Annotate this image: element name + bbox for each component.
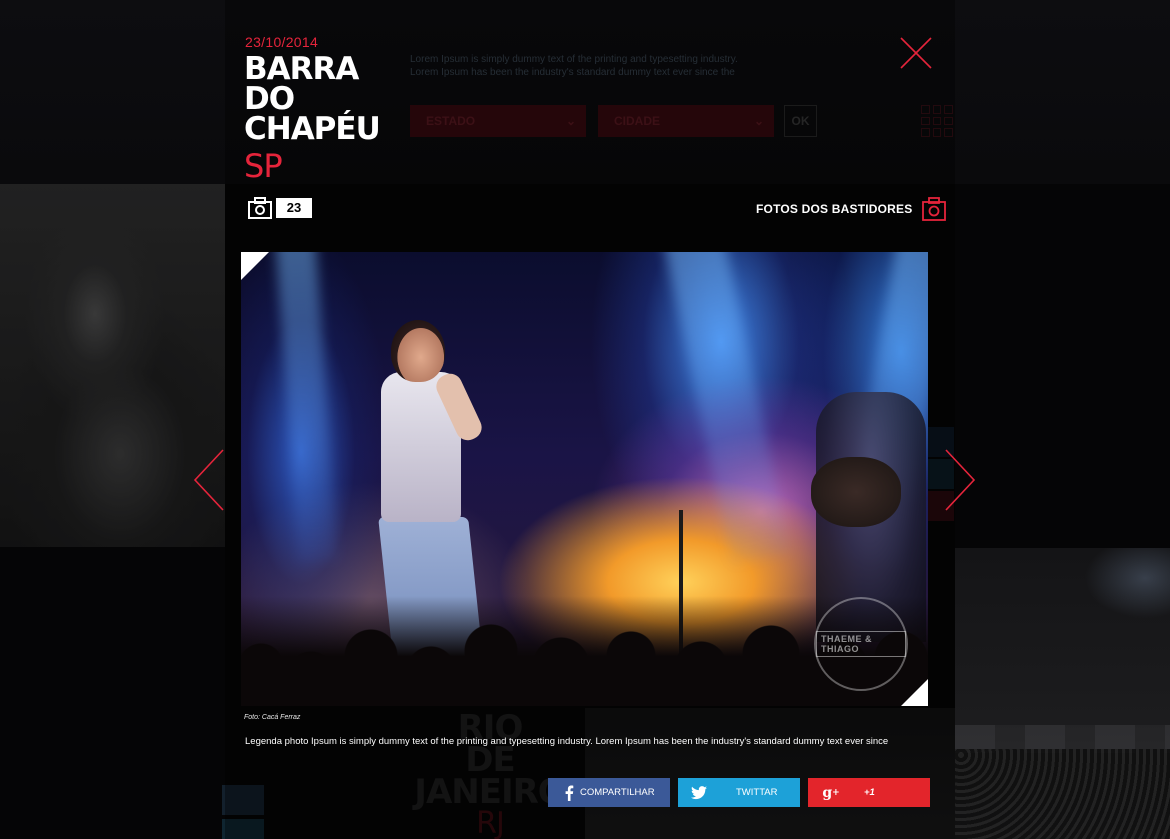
close-button[interactable] — [899, 36, 933, 70]
chevron-left-icon — [193, 449, 224, 511]
facebook-icon — [560, 784, 578, 802]
singer-head — [391, 320, 445, 382]
backstage-photos-label: FOTOS DOS BASTIDORES — [756, 202, 913, 216]
twitter-icon — [690, 784, 708, 802]
photo-count-value: 23 — [276, 198, 312, 218]
photo-caption: Legenda photo Ipsum is simply dummy text… — [245, 736, 889, 747]
event-city-title-line: BARRA — [244, 51, 359, 87]
event-city-title: BARRA DO CHAPÉU — [244, 51, 424, 147]
guitar-figure — [811, 457, 901, 527]
photo-corner-decoration — [901, 679, 928, 706]
event-state: SP — [244, 147, 283, 185]
backstage-photos-link[interactable]: FOTOS DOS BASTIDORES — [756, 196, 947, 222]
camera-icon — [922, 197, 947, 221]
previous-photo-button[interactable] — [193, 449, 225, 511]
google-plus-share-label: +1 — [864, 787, 875, 798]
background-artist-photo — [0, 184, 225, 547]
close-icon — [900, 37, 932, 69]
camera-icon — [248, 197, 272, 219]
event-city-title-line: DO — [244, 81, 295, 117]
share-buttons: COMPARTILHAR TWITTAR g + +1 — [548, 778, 930, 807]
background-venue-photo — [955, 548, 1170, 839]
event-date: 23/10/2014 — [245, 34, 319, 50]
chevron-right-icon — [945, 449, 976, 511]
photo-credit: Foto: Cacá Ferraz — [244, 714, 301, 721]
photo-corner-decoration — [241, 252, 269, 280]
facebook-share-button[interactable]: COMPARTILHAR — [548, 778, 670, 807]
twitter-share-button[interactable]: TWITTAR — [678, 778, 800, 807]
next-photo-button[interactable] — [944, 449, 976, 511]
photo-watermark-text: THAEME & THIAGO — [816, 631, 906, 657]
google-plus-icon: g + — [822, 784, 840, 801]
gallery-main-photo: THAEME & THIAGO — [241, 252, 928, 706]
twitter-share-label: TWITTAR — [736, 787, 778, 798]
background-crowd — [955, 749, 1170, 839]
photo-watermark: THAEME & THIAGO — [814, 597, 908, 691]
stage-light-beam — [274, 252, 338, 563]
facebook-share-label: COMPARTILHAR — [580, 787, 655, 798]
event-city-title-line: CHAPÉU — [244, 111, 381, 147]
google-plus-share-button[interactable]: g + +1 — [808, 778, 930, 807]
photo-counter: 23 — [248, 196, 312, 220]
